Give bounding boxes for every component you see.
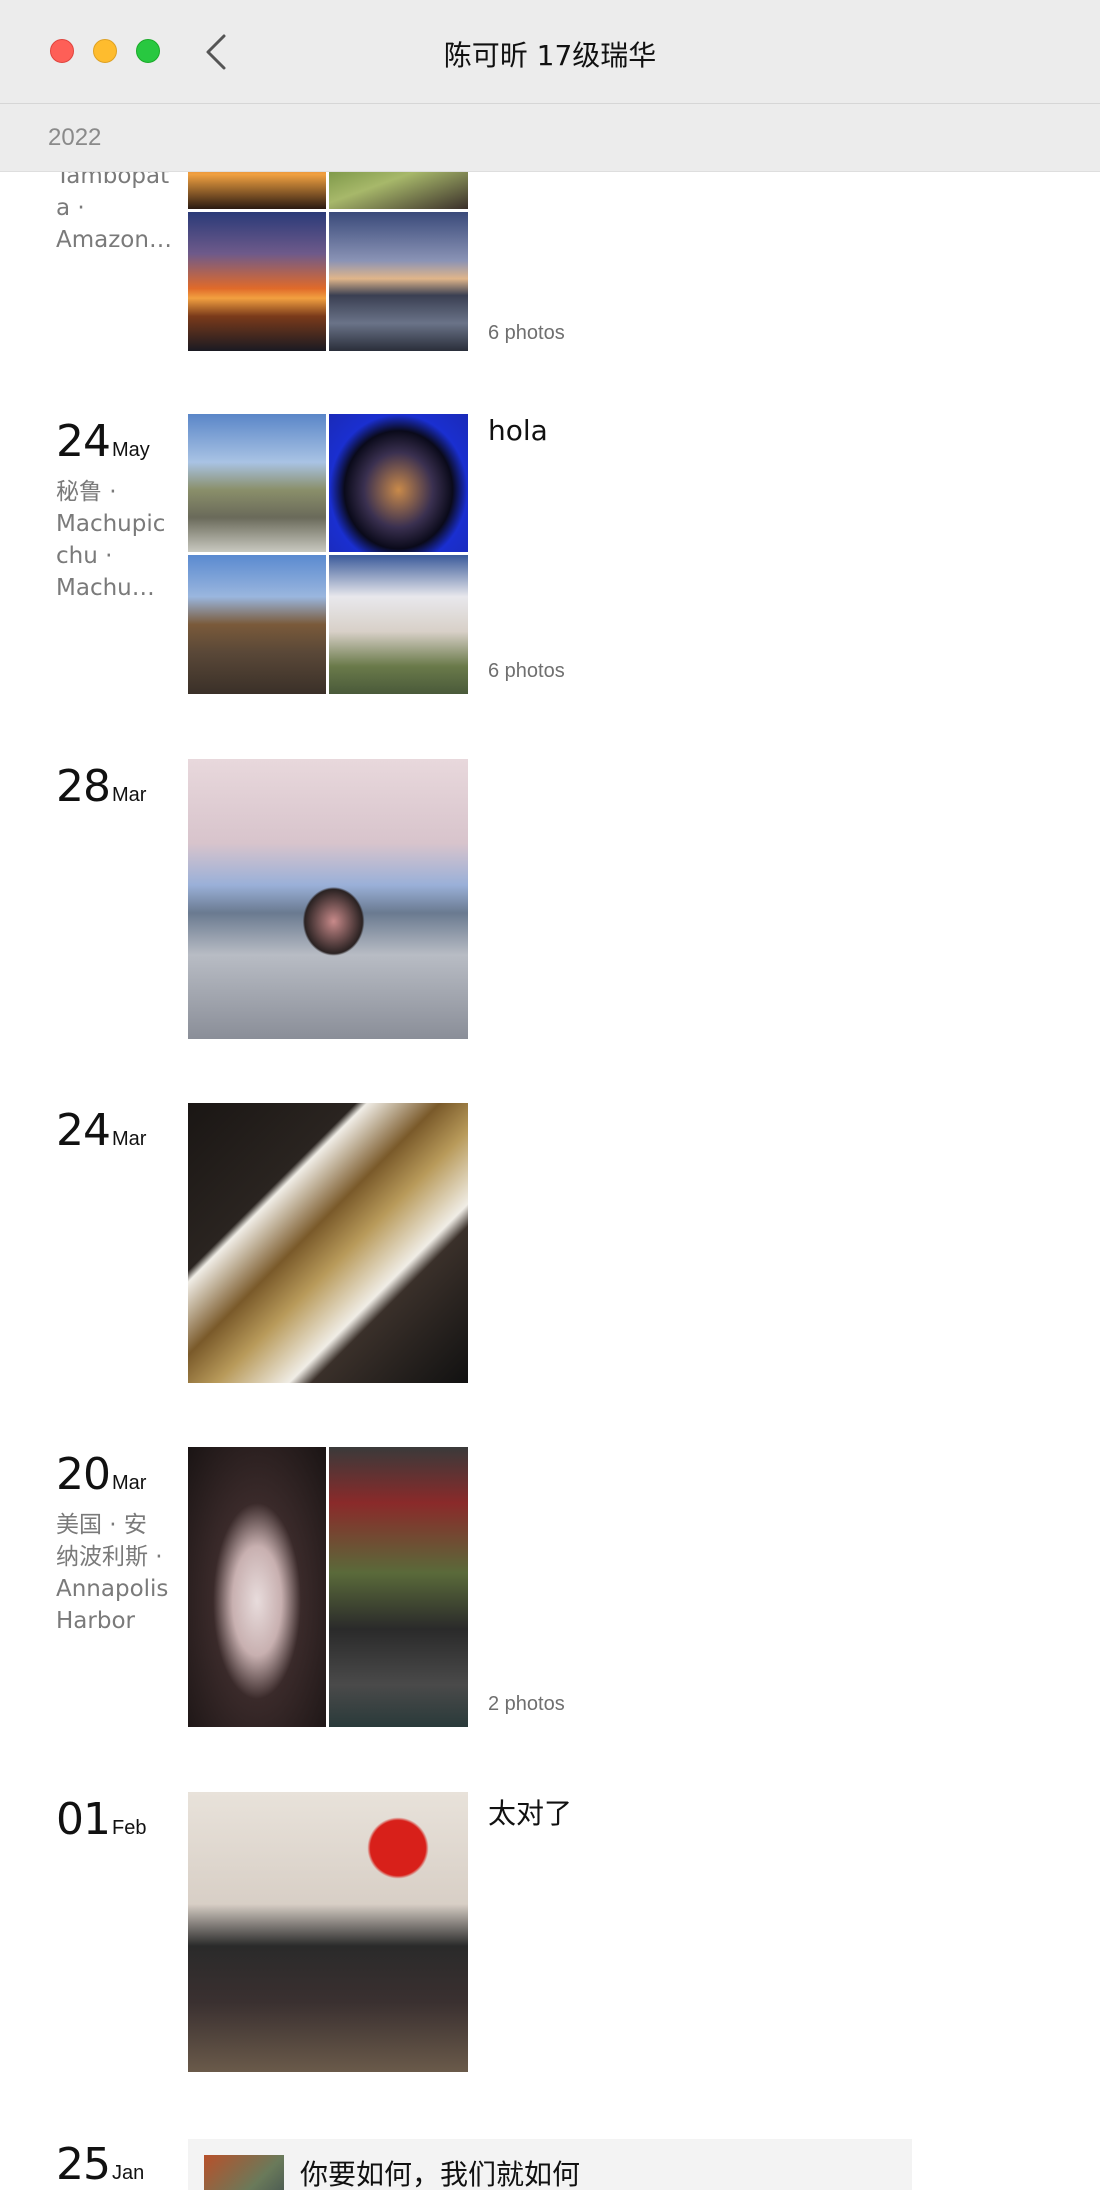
moment-date: 25 Jan [56, 2139, 145, 2190]
moment-entry: 01 Feb 太对了 [0, 1792, 1100, 2094]
year-label: 2022 [48, 124, 102, 151]
photo-grid[interactable] [188, 1447, 468, 1727]
moments-timeline[interactable]: Tambopat a · Amazon… 6 photos 24 May 秘鲁 ·… [0, 172, 1100, 2190]
photo-grid[interactable] [188, 1792, 468, 2072]
year-header: 2022 [0, 104, 1100, 172]
moment-entry: 24 Mar [0, 1103, 1100, 1405]
photo-thumbnail[interactable] [329, 212, 468, 351]
moment-location: 美国 · 安 纳波利斯 · Annapolis Harbor [56, 1512, 169, 1634]
photo-thumbnail[interactable] [329, 1447, 468, 1727]
moment-date: 24 May [56, 416, 150, 467]
photo-thumbnail[interactable] [188, 759, 468, 1039]
photo-thumbnail[interactable] [329, 414, 468, 552]
moment-location: Tambopat a · Amazon… [56, 172, 172, 253]
photo-count: 2 photos [488, 1693, 565, 1715]
article-title: 你要如何，我们就如何 [300, 2158, 581, 2190]
photo-count: 6 photos [488, 322, 565, 344]
moment-date: 24 Mar [56, 1105, 147, 1156]
article-thumbnail [204, 2155, 284, 2190]
moment-caption: 太对了 [488, 1797, 573, 1830]
photo-thumbnail[interactable] [188, 1103, 468, 1383]
photo-thumbnail[interactable] [188, 172, 326, 209]
moment-caption: hola [488, 414, 548, 447]
moment-entry: 24 May 秘鲁 · Machupic chu · Machu… hola 6 … [0, 414, 1100, 716]
photo-count: 6 photos [488, 660, 565, 682]
photo-thumbnail[interactable] [188, 1447, 326, 1727]
photo-thumbnail[interactable] [188, 212, 326, 351]
photo-grid[interactable] [188, 759, 468, 1039]
moment-entry: 20 Mar 美国 · 安 纳波利斯 · Annapolis Harbor 2 p… [0, 1447, 1100, 1749]
photo-thumbnail[interactable] [329, 555, 468, 694]
photo-grid[interactable] [188, 414, 468, 694]
photo-grid[interactable] [188, 172, 468, 351]
moment-entry: 28 Mar [0, 759, 1100, 1061]
photo-grid[interactable] [188, 1103, 468, 1383]
photo-thumbnail[interactable] [188, 414, 326, 552]
moment-entry: 25 Jan 你要如何，我们就如何 [0, 2139, 1100, 2190]
moment-date: 28 Mar [56, 761, 147, 812]
moment-date: 01 Feb [56, 1794, 147, 1845]
title-bar: 陈可昕 17级瑞华 [0, 0, 1100, 104]
moment-location: 秘鲁 · Machupic chu · Machu… [56, 479, 166, 601]
photo-thumbnail[interactable] [329, 172, 468, 209]
photo-thumbnail[interactable] [188, 1792, 468, 2072]
moment-date: 20 Mar [56, 1449, 147, 1500]
shared-article-card[interactable]: 你要如何，我们就如何 [188, 2139, 912, 2190]
window-title: 陈可昕 17级瑞华 [443, 39, 657, 72]
photo-thumbnail[interactable] [188, 555, 326, 694]
